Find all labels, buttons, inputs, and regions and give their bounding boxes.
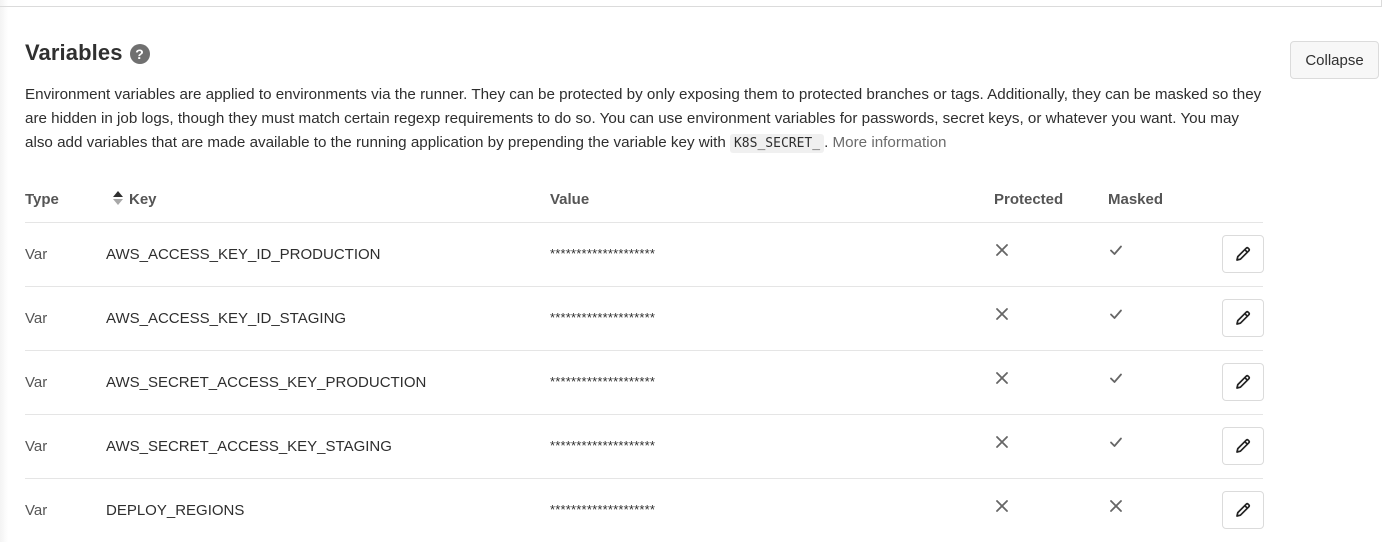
variable-value[interactable]: ******************** — [550, 502, 655, 517]
table-row: Var AWS_SECRET_ACCESS_KEY_STAGING ********… — [25, 415, 1264, 479]
close-icon — [995, 371, 1013, 389]
table-row: Var AWS_ACCESS_KEY_ID_PRODUCTION *********… — [25, 223, 1264, 287]
table-header: Type Key Value Protected Masked — [25, 176, 1263, 223]
table-row: Var AWS_ACCESS_KEY_ID_STAGING ************… — [25, 287, 1264, 351]
section-description: Environment variables are applied to env… — [25, 83, 1265, 156]
variable-type: Var — [25, 374, 48, 391]
header-key-label: Key — [129, 191, 157, 208]
variable-type: Var — [25, 438, 48, 455]
variable-type: Var — [25, 502, 48, 519]
header-key[interactable]: Key — [113, 191, 157, 208]
pencil-icon — [1234, 373, 1252, 391]
table-body: Var AWS_ACCESS_KEY_ID_PRODUCTION *********… — [25, 223, 1264, 542]
header-protected[interactable]: Protected — [994, 191, 1063, 208]
variable-key: AWS_ACCESS_KEY_ID_STAGING — [106, 310, 347, 327]
variable-key: AWS_SECRET_ACCESS_KEY_PRODUCTION — [106, 374, 427, 391]
edit-variable-button[interactable] — [1222, 491, 1264, 529]
more-information-link[interactable]: More information — [833, 134, 947, 151]
section-title: Variables — [25, 40, 123, 65]
edit-variable-button[interactable] — [1222, 427, 1264, 465]
pencil-icon — [1234, 309, 1252, 327]
sort-ascending-icon[interactable] — [113, 191, 123, 205]
edit-variable-button[interactable] — [1222, 299, 1264, 337]
variable-value[interactable]: ******************** — [550, 374, 655, 389]
close-icon — [995, 243, 1013, 261]
variable-value[interactable]: ******************** — [550, 246, 655, 261]
close-icon — [995, 307, 1013, 325]
section-divider-end — [1381, 0, 1382, 7]
check-icon — [1109, 307, 1127, 325]
check-icon — [1109, 371, 1127, 389]
k8s-secret-code: K8S_SECRET_ — [729, 134, 825, 153]
left-panel-edge — [0, 0, 8, 542]
pencil-icon — [1234, 437, 1252, 455]
section-divider — [0, 6, 1381, 7]
pencil-icon — [1234, 501, 1252, 519]
variable-value[interactable]: ******************** — [550, 438, 655, 453]
table-row: Var DEPLOY_REGIONS ******************** — [25, 479, 1264, 542]
header-type[interactable]: Type — [25, 191, 59, 208]
edit-variable-button[interactable] — [1222, 363, 1264, 401]
variables-table: Type Key Value Protected Masked Var AWS_A… — [25, 176, 1264, 542]
close-icon — [995, 435, 1013, 453]
description-text: Environment variables are applied to env… — [25, 86, 1262, 151]
variable-key: DEPLOY_REGIONS — [106, 502, 245, 519]
pencil-icon — [1234, 245, 1252, 263]
variable-key: AWS_SECRET_ACCESS_KEY_STAGING — [106, 438, 392, 455]
edit-variable-button[interactable] — [1222, 235, 1264, 273]
section-header: Variables ? — [25, 40, 150, 66]
check-icon — [1109, 435, 1127, 453]
header-masked[interactable]: Masked — [1108, 191, 1163, 208]
ci-variables-page: Variables ? Collapse Environment variabl… — [0, 0, 1400, 542]
variable-type: Var — [25, 310, 48, 327]
close-icon — [995, 499, 1013, 517]
header-value[interactable]: Value — [550, 191, 589, 208]
collapse-button[interactable]: Collapse — [1290, 41, 1379, 79]
variable-key: AWS_ACCESS_KEY_ID_PRODUCTION — [106, 246, 381, 263]
variable-value[interactable]: ******************** — [550, 310, 655, 325]
table-row: Var AWS_SECRET_ACCESS_KEY_PRODUCTION *****… — [25, 351, 1264, 415]
close-icon — [1109, 499, 1127, 517]
question-circle-icon[interactable]: ? — [129, 43, 150, 64]
check-icon — [1109, 243, 1127, 261]
description-after: . — [824, 134, 833, 151]
variable-type: Var — [25, 246, 48, 263]
